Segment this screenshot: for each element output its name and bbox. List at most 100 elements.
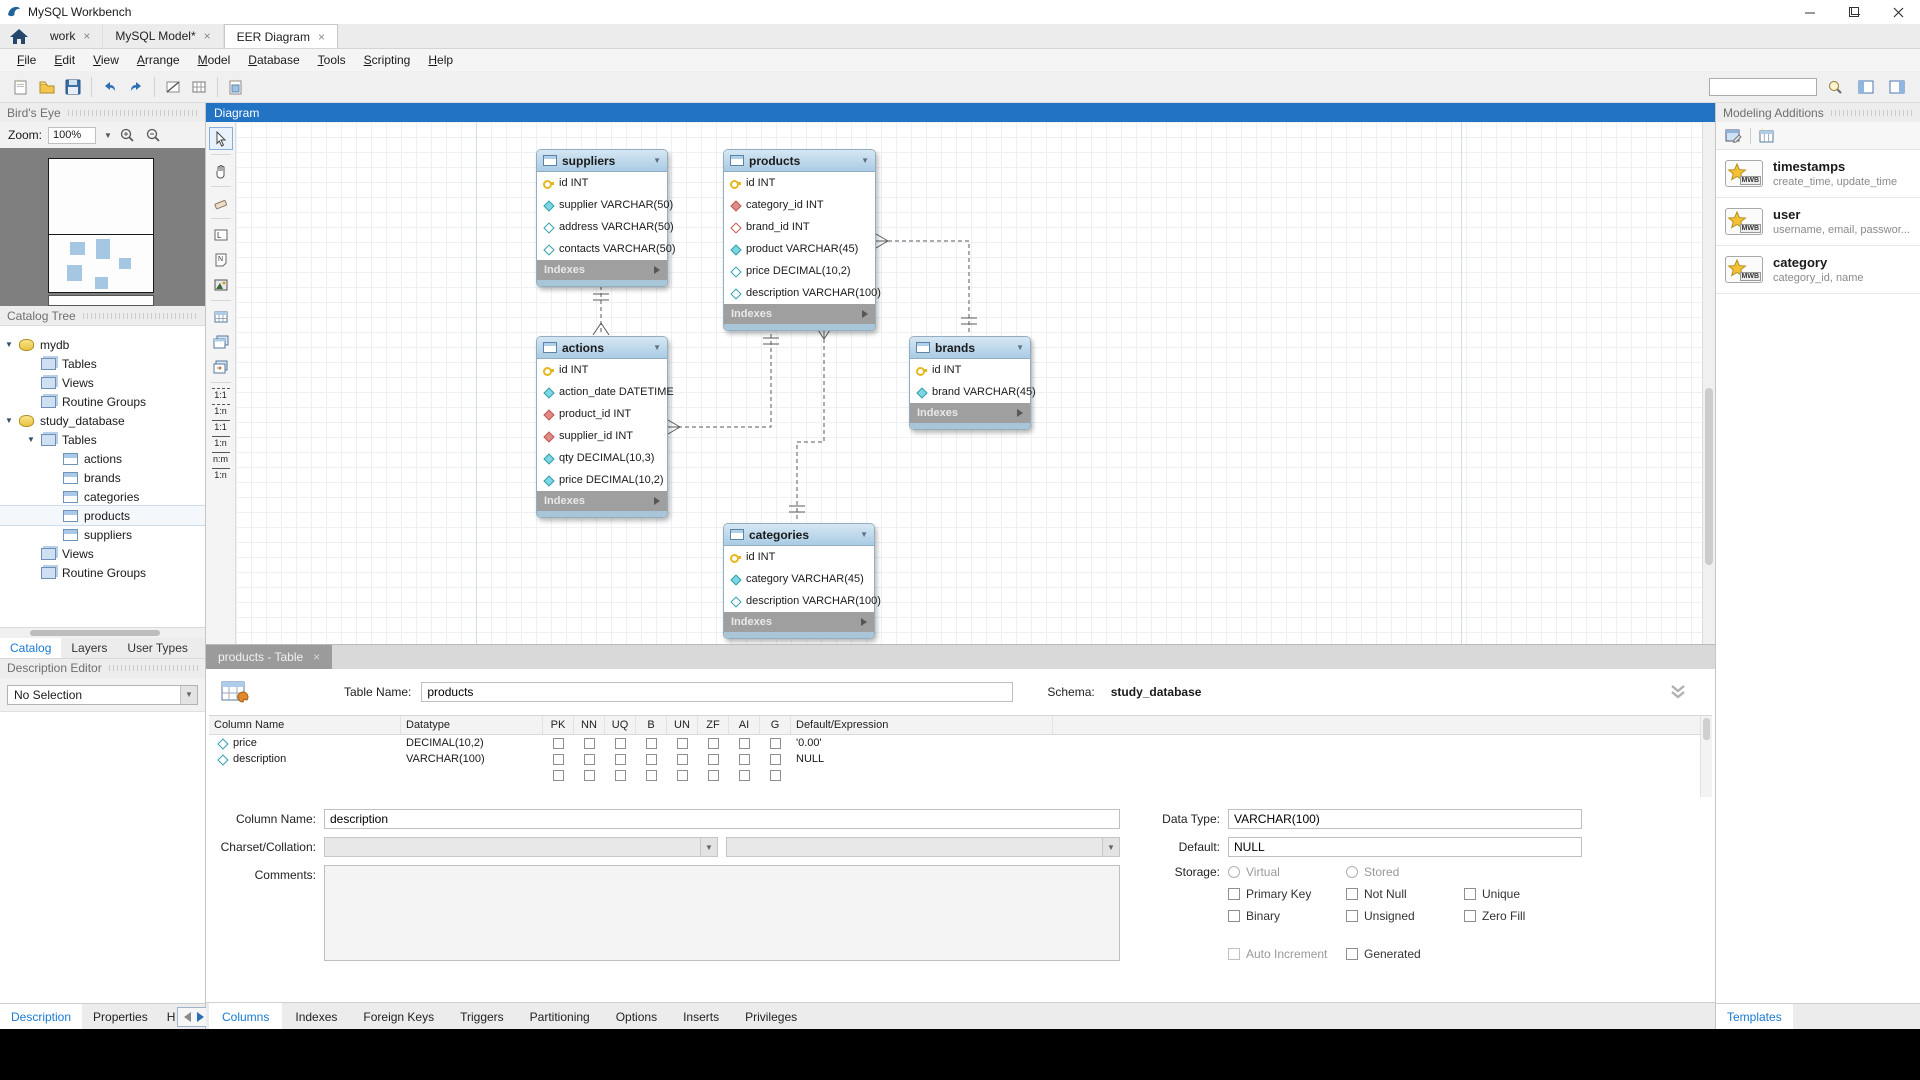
new-addition-icon[interactable] [1758, 128, 1776, 144]
nn-checkbox[interactable] [574, 751, 605, 767]
table-column-row[interactable]: qty DECIMAL(10,3) [537, 447, 667, 469]
table-collapse-icon[interactable]: ▼ [653, 343, 661, 352]
uq-checkbox[interactable] [605, 767, 636, 783]
relationship-tool[interactable]: 1:1 [209, 388, 233, 400]
table-figure-header[interactable]: suppliers ▼ [537, 150, 667, 172]
home-tab[interactable] [0, 24, 38, 48]
tree-item[interactable]: suppliers [0, 525, 205, 544]
pk-checkbox[interactable] [543, 735, 574, 751]
comments-textarea[interactable] [324, 865, 1120, 961]
grid-row[interactable]: description VARCHAR(100) [209, 751, 1712, 767]
templates-tab[interactable]: Templates [1716, 1004, 1793, 1029]
column-flag-checkbox[interactable]: Unique [1464, 887, 1582, 901]
table-column-row[interactable]: price DECIMAL(10,2) [537, 469, 667, 491]
zoom-in-icon[interactable] [118, 125, 138, 145]
tab-close-icon[interactable]: × [204, 29, 211, 43]
column-name-input[interactable] [324, 809, 1120, 829]
toggle-left-panel-icon[interactable] [1853, 75, 1879, 99]
bottom-tab[interactable]: Properties [82, 1004, 159, 1029]
tree-item[interactable]: actions [0, 449, 205, 468]
table-figure-header[interactable]: actions ▼ [537, 337, 667, 359]
tab-close-icon[interactable]: × [313, 650, 320, 664]
menu-item[interactable]: Model [189, 50, 240, 70]
tree-item[interactable]: brands [0, 468, 205, 487]
menu-item[interactable]: Tools [309, 50, 355, 70]
table-column-row[interactable]: product_id INT [537, 403, 667, 425]
view-tool-icon[interactable] [209, 330, 233, 353]
image-tool-icon[interactable] [209, 273, 233, 296]
grid-column-header[interactable]: G [760, 716, 791, 734]
relationship-tool[interactable]: n:m [209, 452, 233, 464]
zf-checkbox[interactable] [698, 751, 729, 767]
toolbar-search-input[interactable] [1709, 78, 1817, 96]
grid-column-header[interactable]: Datatype [401, 716, 543, 734]
tab-close-icon[interactable]: × [83, 29, 90, 43]
menu-item[interactable]: File [8, 50, 45, 70]
table-column-row[interactable]: id INT [910, 359, 1030, 381]
table-column-row[interactable]: category_id INT [724, 194, 875, 216]
pk-checkbox[interactable] [543, 767, 574, 783]
table-column-row[interactable]: contacts VARCHAR(50) [537, 238, 667, 260]
table-indexes-footer[interactable]: Indexes [724, 304, 875, 324]
modeling-addition-item[interactable]: MWB category category_id, name [1716, 246, 1920, 294]
table-column-row[interactable]: id INT [724, 172, 875, 194]
note-tool-icon[interactable]: N [209, 248, 233, 271]
editor-tab[interactable]: products - Table × [206, 645, 332, 669]
default-input[interactable] [1228, 837, 1582, 857]
maximize-button[interactable] [1832, 0, 1876, 24]
table-column-row[interactable]: price DECIMAL(10,2) [724, 260, 875, 282]
storage-radio[interactable]: Stored [1346, 865, 1464, 879]
table-tool-icon[interactable] [209, 305, 233, 328]
grid-column-header[interactable]: UQ [605, 716, 636, 734]
ai-checkbox[interactable] [729, 735, 760, 751]
hand-tool-icon[interactable] [209, 159, 233, 182]
tree-item[interactable]: Views [0, 544, 205, 563]
table-column-row[interactable]: description VARCHAR(100) [724, 282, 875, 304]
table-column-row[interactable]: product VARCHAR(45) [724, 238, 875, 260]
editor-section-tab[interactable]: Indexes [282, 1003, 350, 1029]
table-figure-header[interactable]: categories ▼ [724, 524, 874, 546]
table-column-row[interactable]: action_date DATETIME [537, 381, 667, 403]
column-flag-checkbox[interactable]: Binary [1228, 909, 1346, 923]
layer-tool-icon[interactable]: L [209, 223, 233, 246]
tree-expander-icon[interactable]: ▼ [27, 435, 41, 444]
table-indexes-footer[interactable]: Indexes [537, 491, 667, 511]
table-collapse-icon[interactable]: ▼ [860, 530, 868, 539]
menu-item[interactable]: View [84, 50, 128, 70]
relationship-tool[interactable]: 1:n [209, 436, 233, 448]
grid-column-header[interactable]: AI [729, 716, 760, 734]
close-button[interactable] [1876, 0, 1920, 24]
tree-item[interactable]: Routine Groups [0, 563, 205, 582]
zf-checkbox[interactable] [698, 735, 729, 751]
g-checkbox[interactable] [760, 767, 791, 783]
un-checkbox[interactable] [667, 751, 698, 767]
toggle-right-panel-icon[interactable] [1884, 75, 1910, 99]
table-collapse-icon[interactable]: ▼ [1016, 343, 1024, 352]
ai-checkbox[interactable] [729, 767, 760, 783]
minimize-button[interactable] [1788, 0, 1832, 24]
zoom-dropdown-icon[interactable]: ▼ [104, 131, 112, 140]
table-indexes-footer[interactable]: Indexes [537, 260, 667, 280]
table-column-row[interactable]: brand_id INT [724, 216, 875, 238]
grid-row[interactable]: price DECIMAL(10,2) [209, 735, 1712, 751]
open-model-icon[interactable] [34, 75, 60, 99]
un-checkbox[interactable] [667, 767, 698, 783]
diagram-table-figure[interactable]: brands ▼ id INT [909, 336, 1031, 430]
pk-checkbox[interactable] [543, 751, 574, 767]
table-column-row[interactable]: supplier_id INT [537, 425, 667, 447]
column-flag-checkbox[interactable]: Primary Key [1228, 887, 1346, 901]
table-column-row[interactable]: id INT [537, 359, 667, 381]
search-options-icon[interactable] [1822, 75, 1848, 99]
table-column-row[interactable]: id INT [537, 172, 667, 194]
tree-horizontal-scrollbar[interactable] [0, 627, 205, 638]
column-flag-checkbox[interactable]: Generated [1346, 947, 1464, 961]
checkbox-icon[interactable] [1228, 888, 1240, 900]
eraser-tool-icon[interactable] [209, 191, 233, 214]
table-figure-header[interactable]: brands ▼ [910, 337, 1030, 359]
table-collapse-icon[interactable]: ▼ [653, 156, 661, 165]
routine-group-tool-icon[interactable] [209, 355, 233, 378]
table-column-row[interactable]: supplier VARCHAR(50) [537, 194, 667, 216]
tree-item[interactable]: ▼ study_database [0, 411, 205, 430]
menu-item[interactable]: Database [239, 50, 308, 70]
tree-item[interactable]: Tables [0, 354, 205, 373]
